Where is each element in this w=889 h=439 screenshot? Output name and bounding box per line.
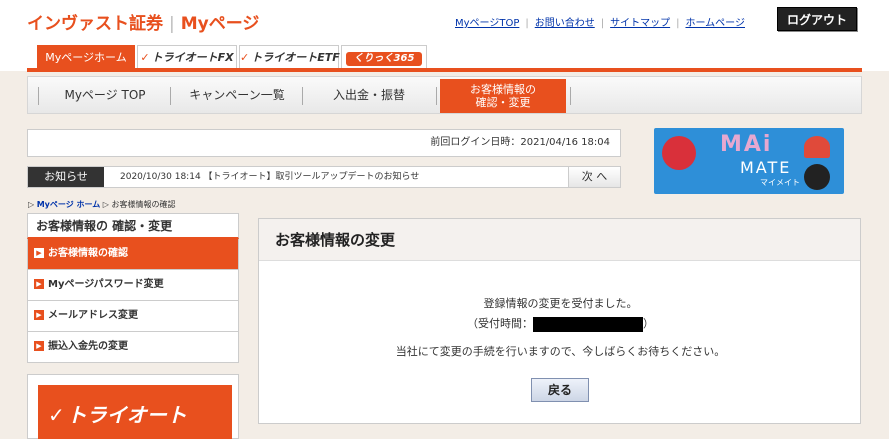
banner-title: MAi	[720, 132, 773, 157]
nav-mypage-top[interactable]: Myページ TOP	[40, 77, 170, 113]
message-time: （受付時間： ）	[259, 315, 862, 332]
mascot-red-icon	[662, 136, 696, 170]
sidebar-item-email[interactable]: ▶ メールアドレス変更	[27, 301, 239, 332]
brand-sub: Myページ	[180, 14, 260, 34]
nav-divider	[302, 87, 303, 105]
tab-label: トライオートETF	[251, 51, 340, 64]
sidebar-item-label: メールアドレス変更	[48, 310, 138, 321]
brand-logo[interactable]: インヴァスト証券 | Myページ	[27, 9, 259, 34]
link-mypage-top[interactable]: MyページTOP	[455, 18, 519, 29]
tab-triauto-etf[interactable]: ✓ トライオートETF	[239, 45, 340, 70]
sidebar-item-confirm[interactable]: ▶ お客様情報の確認	[27, 239, 239, 270]
nav-divider	[436, 87, 437, 105]
promo-label: トライオート	[66, 403, 187, 427]
nav-active-line2: 確認・変更	[475, 96, 531, 109]
tab-kurikku-365[interactable]: くりっく365	[341, 45, 427, 70]
tab-triauto-fx[interactable]: ✓ トライオートFX	[137, 45, 237, 70]
redacted-time	[533, 316, 643, 332]
tab-label: トライオートFX	[151, 51, 234, 64]
link-contact[interactable]: お問い合わせ	[535, 18, 595, 29]
breadcrumb: ▷ Myページ ホーム ▷ お客様情報の確認	[28, 199, 176, 210]
tab-mypage-home[interactable]: Myページホーム	[37, 45, 135, 70]
site-header: インヴァスト証券 | Myページ MyページTOP | お問い合わせ | サイトマップ | ホー…	[0, 0, 889, 42]
triauto-promo-banner[interactable]: ✓ トライオート	[38, 385, 232, 439]
link-sitemap[interactable]: サイトマップ	[610, 18, 670, 29]
triauto-check-icon: ✓	[140, 51, 150, 64]
triauto-check-icon: ✓	[48, 403, 65, 427]
nav-deposit-transfer[interactable]: 入出金・振替	[304, 77, 434, 113]
panel-title: お客様情報の変更	[259, 219, 860, 261]
top-links: MyページTOP | お問い合わせ | サイトマップ | ホームページ	[455, 14, 745, 29]
main-nav: Myページ TOP キャンペーン一覧 入出金・振替 お客様情報の 確認・変更	[27, 76, 862, 114]
back-button[interactable]: 戻る	[531, 378, 589, 402]
tab-underline	[27, 68, 862, 72]
nav-divider	[570, 87, 571, 105]
banner-subtitle: MATE	[740, 158, 792, 177]
brand-separator: |	[169, 14, 175, 34]
news-link[interactable]: 2020/10/30 18:14 【トライオート】取引ツールアップデートのお知ら…	[120, 167, 419, 187]
nav-divider	[170, 87, 171, 105]
news-label: お知らせ	[28, 167, 104, 187]
sidebar-item-bank[interactable]: ▶ 振込入金先の変更	[27, 332, 239, 363]
time-suffix: ）	[643, 317, 654, 330]
arrow-right-icon: ▶	[34, 341, 44, 351]
breadcrumb-arrow-icon: ▷	[28, 200, 37, 209]
message-accepted: 登録情報の変更を受付ました。	[483, 297, 638, 310]
breadcrumb-current: お客様情報の確認	[111, 200, 176, 209]
arrow-right-icon: ▶	[34, 279, 44, 289]
sidebar-title: お客様情報の 確認・変更	[27, 213, 239, 239]
nav-divider	[38, 87, 39, 105]
maimate-banner[interactable]: MAi MATE マイメイト	[654, 128, 844, 194]
mascot-penguin-icon	[804, 164, 830, 190]
logout-button[interactable]: ログアウト	[777, 7, 857, 31]
news-next-button[interactable]: 次 へ	[568, 167, 620, 187]
link-homepage[interactable]: ホームページ	[685, 18, 745, 29]
nav-campaigns[interactable]: キャンペーン一覧	[172, 77, 302, 113]
link-divider: |	[525, 18, 529, 29]
sidebar-item-password[interactable]: ▶ Myページパスワード変更	[27, 270, 239, 301]
breadcrumb-arrow-icon: ▷	[100, 200, 112, 209]
mascot-mushroom-icon	[804, 136, 830, 158]
tab-label: くりっく365	[345, 52, 423, 66]
sidebar-item-label: Myページパスワード変更	[48, 279, 164, 290]
time-prefix: （受付時間：	[467, 317, 533, 330]
sidebar-item-label: 振込入金先の変更	[48, 341, 128, 352]
change-panel: お客様情報の変更 登録情報の変更を受付ました。 （受付時間： ） 当社にて変更の手…	[258, 218, 861, 424]
news-bar: お知らせ 2020/10/30 18:14 【トライオート】取引ツールアップデー…	[27, 166, 621, 188]
sidebar-item-label: お客様情報の確認	[48, 248, 128, 259]
nav-customer-info[interactable]: お客様情報の 確認・変更	[440, 79, 566, 113]
breadcrumb-home[interactable]: Myページ ホーム	[37, 200, 101, 209]
sidebar: お客様情報の 確認・変更 ▶ お客様情報の確認 ▶ Myページパスワード変更 ▶ メー…	[27, 213, 239, 363]
link-divider: |	[676, 18, 680, 29]
last-login: 前回ログイン日時：2021/04/16 18:04	[27, 129, 621, 157]
brand-name: インヴァスト証券	[27, 14, 163, 34]
triauto-check-icon: ✓	[240, 51, 250, 64]
banner-kana: マイメイト	[760, 178, 800, 187]
promo-box: ✓ トライオート	[27, 374, 239, 439]
message-processing: 当社にて変更の手続を行いますので、今しばらくお待ちください。	[395, 345, 726, 358]
arrow-right-icon: ▶	[34, 310, 44, 320]
link-divider: |	[600, 18, 605, 29]
nav-active-line1: お客様情報の	[470, 83, 536, 96]
arrow-right-icon: ▶	[34, 248, 44, 258]
